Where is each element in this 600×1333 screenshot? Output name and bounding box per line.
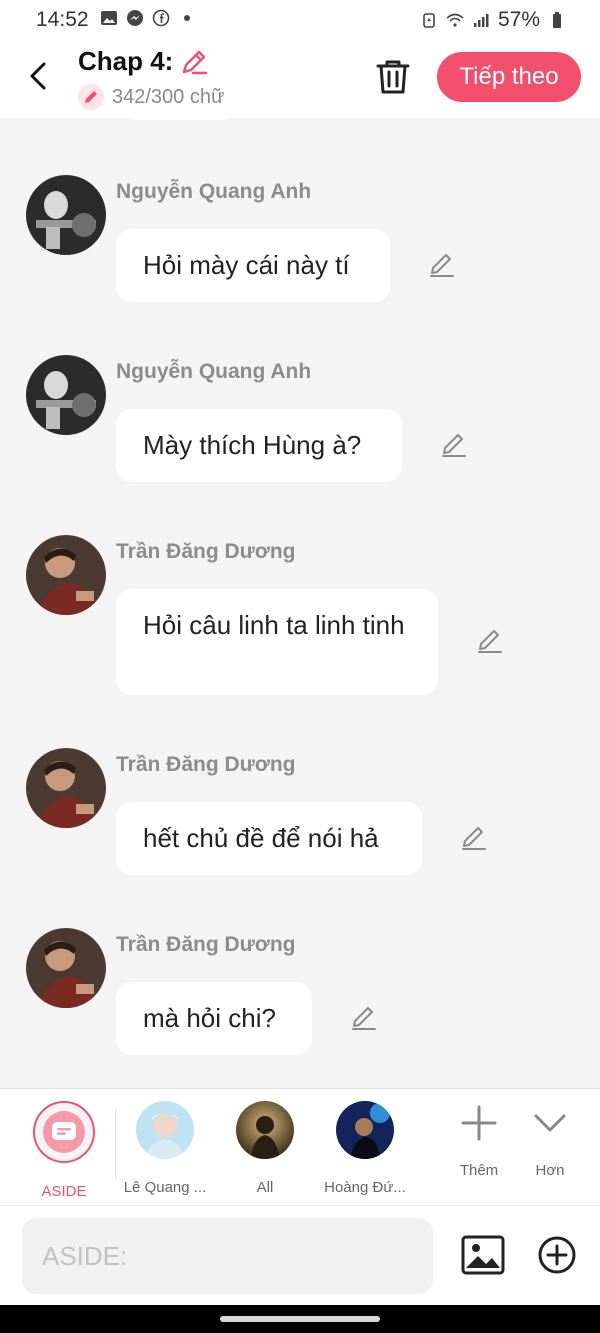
chapter-title-row: Chap 4:	[78, 46, 209, 77]
sender-name: Nguyễn Quang Anh	[116, 180, 312, 203]
chapter-title: Chap 4:	[78, 46, 174, 76]
avatar[interactable]	[26, 355, 106, 435]
notification-icons	[100, 9, 196, 27]
avatar[interactable]	[26, 748, 106, 828]
editor-header: Chap 4: 342/300 chữ Tiếp theo	[0, 40, 600, 118]
status-bar: 14:52 57%	[0, 0, 600, 40]
avatar[interactable]	[26, 175, 106, 255]
chat-message: Trần Đăng Dương Hỏi câu linh ta linh tin…	[0, 534, 600, 698]
character-label: All	[256, 1179, 274, 1196]
status-time: 14:52	[36, 8, 89, 31]
character-label: ASIDE	[41, 1183, 87, 1200]
more-button[interactable]: Hơn	[515, 1103, 585, 1179]
add-character-button[interactable]: Thêm	[444, 1103, 514, 1179]
home-indicator[interactable]	[220, 1316, 380, 1322]
edit-message-icon[interactable]	[440, 431, 468, 459]
aside-avatar	[33, 1101, 95, 1163]
plus-icon	[461, 1105, 497, 1141]
message-input[interactable]	[22, 1218, 433, 1294]
avatar	[236, 1101, 294, 1159]
more-label: Hơn	[535, 1162, 565, 1179]
next-button[interactable]: Tiếp theo	[437, 52, 581, 102]
facebook-icon	[152, 9, 170, 27]
character-label: Hoàng Đứ...	[324, 1179, 406, 1196]
previous-message-bubble	[120, 118, 238, 120]
edit-title-icon[interactable]	[179, 47, 209, 77]
character-bar: ASIDE Lê Quang ... All Hoàng Đứ... Thêm …	[0, 1088, 600, 1205]
character-hoang-duc[interactable]: Hoàng Đứ...	[315, 1101, 415, 1196]
sender-name: Trần Đăng Dương	[116, 753, 296, 776]
avatar	[136, 1101, 194, 1159]
character-all[interactable]: All	[215, 1101, 315, 1196]
system-nav-bar	[0, 1305, 600, 1333]
edit-message-icon[interactable]	[428, 251, 456, 279]
wifi-icon	[446, 13, 464, 27]
messenger-icon	[127, 10, 143, 26]
signal-icon	[473, 14, 489, 27]
battery-percent: 57%	[497, 8, 540, 31]
add-label: Thêm	[459, 1162, 499, 1179]
character-label: Lê Quang ...	[123, 1179, 207, 1196]
message-icon	[43, 1111, 85, 1153]
edit-message-icon[interactable]	[460, 824, 488, 852]
chat-message: Trần Đăng Dương mà hỏi chi?	[0, 927, 600, 1057]
system-icons: 57%	[420, 8, 566, 32]
trash-icon[interactable]	[372, 56, 414, 98]
battery-icon	[553, 12, 561, 28]
message-bubble[interactable]: Hỏi câu linh ta linh tinh	[116, 589, 438, 695]
chat-message: Nguyễn Quang Anh Mày thích Hùng à?	[0, 354, 600, 484]
edit-message-icon[interactable]	[350, 1004, 378, 1032]
message-bubble[interactable]: Hỏi mày cái này tí	[116, 229, 390, 302]
pencil-badge-icon	[78, 84, 104, 110]
chat-message: Trần Đăng Dương hết chủ đề để nói hả	[0, 747, 600, 877]
word-count-row: 342/300 chữ	[78, 84, 224, 110]
message-bubble[interactable]: hết chủ đề để nói hả	[116, 802, 422, 875]
message-bubble[interactable]: Mày thích Hùng à?	[116, 409, 402, 482]
edit-message-icon[interactable]	[476, 627, 504, 655]
sender-name: Nguyễn Quang Anh	[116, 360, 312, 383]
avatar	[336, 1101, 394, 1159]
alarm-icon	[423, 13, 435, 28]
add-circle-icon[interactable]	[536, 1234, 578, 1276]
avatar[interactable]	[26, 928, 106, 1008]
chat-message: Nguyễn Quang Anh Hỏi mày cái này tí	[0, 174, 600, 304]
sender-name: Trần Đăng Dương	[116, 540, 296, 563]
sender-name: Trần Đăng Dương	[116, 933, 296, 956]
avatar[interactable]	[26, 535, 106, 615]
image-icon[interactable]	[460, 1234, 506, 1276]
image-icon	[101, 11, 117, 25]
dot-icon	[184, 15, 190, 21]
chat-area[interactable]: Nguyễn Quang Anh Hỏi mày cái này tí Nguy…	[0, 118, 600, 1088]
chevron-down-icon	[534, 1114, 566, 1132]
back-arrow-icon[interactable]	[22, 54, 58, 98]
composer-row	[0, 1205, 600, 1306]
character-aside[interactable]: ASIDE	[14, 1101, 114, 1200]
message-bubble[interactable]: mà hỏi chi?	[116, 982, 312, 1055]
word-count: 342/300 chữ	[112, 85, 225, 108]
character-le-quang[interactable]: Lê Quang ...	[115, 1101, 215, 1196]
